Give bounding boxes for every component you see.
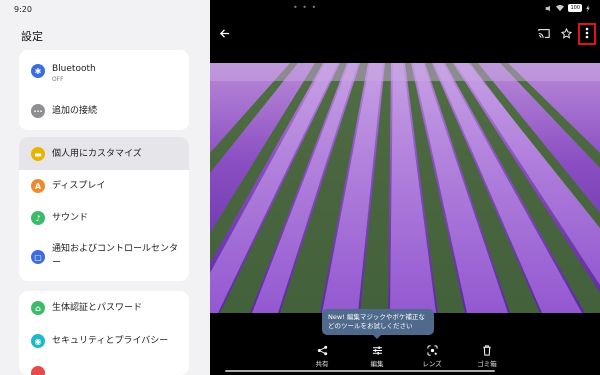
display-icon: A — [31, 179, 45, 193]
settings-title: 設定 — [21, 30, 43, 43]
feature-tooltip[interactable]: New! 編集マジックやボケ補正などのツールをお試しください — [322, 309, 434, 339]
back-button[interactable] — [215, 24, 233, 42]
notification-icon: ▢ — [31, 250, 45, 264]
settings-item-biometrics[interactable]: ⌂ 生体認証とパスワード — [19, 291, 189, 325]
trash-button[interactable]: ゴミ箱 — [467, 345, 507, 368]
sound-icon: ♪ — [31, 211, 45, 225]
lens-label: レンズ — [422, 360, 442, 368]
status-time: 9:20 — [14, 5, 32, 14]
shield-icon: ◉ — [31, 334, 45, 348]
settings-item-label: セキュリティとプライバシー — [52, 336, 169, 346]
settings-group-security: ⌂ 生体認証とパスワード ◉ セキュリティとプライバシー — [19, 291, 189, 375]
home-indicator — [225, 370, 495, 372]
share-icon — [317, 345, 327, 356]
settings-group-personalize: ▬ 個人用にカスタマイズ A ディスプレイ ♪ サウンド ▢ 通知およびコントロ… — [19, 137, 189, 281]
lens-button[interactable]: レンズ — [412, 345, 452, 368]
warning-icon — [31, 366, 45, 375]
status-icons: 100 — [545, 4, 590, 12]
favorite-button[interactable] — [557, 24, 575, 42]
edit-label: 編集 — [370, 360, 384, 368]
trash-label: ゴミ箱 — [477, 360, 497, 368]
bluetooth-icon: ✱ — [31, 64, 45, 78]
settings-item-sub: OFF — [52, 76, 64, 83]
star-icon — [560, 27, 572, 39]
lavender-field-image — [210, 63, 600, 313]
lens-icon — [426, 345, 438, 356]
tune-icon — [372, 346, 382, 355]
cast-icon — [538, 28, 550, 38]
share-button[interactable]: 共有 — [302, 345, 342, 368]
settings-item-bluetooth[interactable]: ✱ Bluetooth OFF — [19, 50, 189, 92]
settings-item-label: サウンド — [52, 213, 89, 223]
settings-item-partial[interactable] — [19, 361, 189, 375]
charging-icon — [586, 4, 590, 12]
wifi-icon — [556, 4, 565, 11]
share-label: 共有 — [315, 360, 329, 368]
lock-icon: ⌂ — [31, 301, 45, 315]
settings-group-connections: ✱ Bluetooth OFF ··· 追加の接続 — [19, 50, 189, 130]
settings-item-label: ディスプレイ — [52, 181, 106, 191]
settings-pane: 9:20 設定 ✱ Bluetooth OFF ··· 追加の接続 ▬ 個人用に… — [0, 0, 210, 375]
more-horiz-icon: ··· — [31, 104, 45, 118]
palette-icon: ▬ — [31, 147, 45, 161]
lavender-photo[interactable] — [210, 63, 600, 313]
settings-item-label: 追加の接続 — [52, 106, 98, 116]
photo-viewer: • • • 100 New! 編集マジックやボケ補正などのツールをお試しください… — [210, 0, 600, 375]
cast-button[interactable] — [535, 24, 553, 42]
settings-item-notifications[interactable]: ▢ 通知およびコントロールセンター — [19, 234, 189, 281]
window-handle[interactable]: • • • — [293, 3, 317, 12]
settings-item-display[interactable]: A ディスプレイ — [19, 170, 189, 202]
settings-item-label: 個人用にカスタマイズ — [52, 149, 142, 159]
highlight-box — [578, 23, 596, 45]
settings-item-label: 生体認証とパスワード — [52, 303, 143, 313]
edit-button[interactable]: 編集 — [357, 345, 397, 368]
settings-item-personalize[interactable]: ▬ 個人用にカスタマイズ — [19, 137, 189, 170]
trash-icon — [483, 345, 491, 356]
settings-item-label: 通知およびコントロールセンター — [52, 244, 179, 268]
battery-indicator: 100 — [568, 4, 582, 12]
mute-icon — [546, 5, 551, 11]
settings-item-more-connections[interactable]: ··· 追加の接続 — [19, 92, 189, 130]
settings-item-security-privacy[interactable]: ◉ セキュリティとプライバシー — [19, 325, 189, 357]
settings-item-label: Bluetooth — [52, 64, 96, 74]
arrow-back-icon — [219, 28, 229, 38]
settings-item-sound[interactable]: ♪ サウンド — [19, 202, 189, 234]
